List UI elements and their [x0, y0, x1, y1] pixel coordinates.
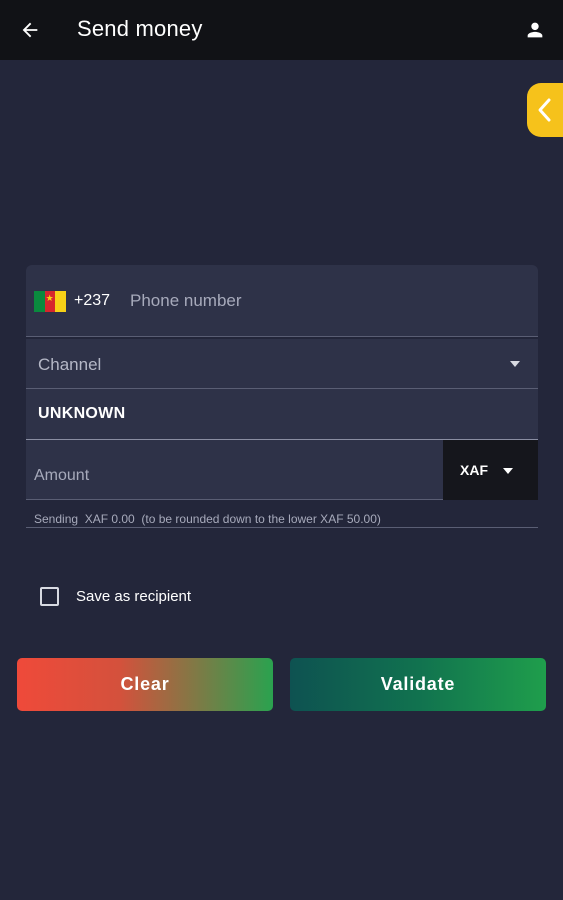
- dropdown-arrow-icon: [510, 361, 520, 367]
- back-button[interactable]: [14, 14, 46, 46]
- side-drawer-tab[interactable]: [527, 83, 563, 137]
- channel-label: Channel: [38, 355, 102, 374]
- amount-row: XAF: [26, 440, 538, 500]
- dial-code[interactable]: +237: [74, 292, 110, 310]
- currency-label: XAF: [460, 462, 488, 478]
- save-recipient-label: Save as recipient: [76, 587, 192, 605]
- cameroon-flag-icon[interactable]: [34, 291, 67, 312]
- clear-button[interactable]: Clear: [17, 658, 273, 711]
- arrow-left-icon: [22, 22, 38, 38]
- chevron-left-icon: [538, 98, 551, 122]
- amount-hint: Sending XAF 0.00 (to be rounded down to …: [34, 512, 381, 526]
- phone-number-input[interactable]: [130, 283, 520, 319]
- channel-select[interactable]: Channel: [26, 339, 538, 389]
- phone-row: +237: [26, 265, 538, 337]
- validate-button[interactable]: Validate: [290, 658, 546, 711]
- person-icon: [527, 22, 543, 38]
- profile-button[interactable]: [519, 14, 551, 46]
- channel-value: UNKNOWN: [38, 405, 126, 422]
- amount-input[interactable]: [26, 440, 442, 500]
- channel-value-row: UNKNOWN: [26, 389, 538, 440]
- app-bar: Send money: [0, 0, 563, 60]
- send-form: +237 Channel UNKNOWN XAF Sending XAF 0.0…: [26, 265, 538, 528]
- dropdown-arrow-icon: [503, 468, 513, 474]
- save-recipient-row[interactable]: Save as recipient: [40, 584, 191, 608]
- page-title: Send money: [77, 16, 203, 41]
- amount-hint-row: Sending XAF 0.00 (to be rounded down to …: [26, 500, 538, 528]
- currency-select[interactable]: XAF: [443, 440, 538, 500]
- save-recipient-checkbox[interactable]: [40, 586, 59, 606]
